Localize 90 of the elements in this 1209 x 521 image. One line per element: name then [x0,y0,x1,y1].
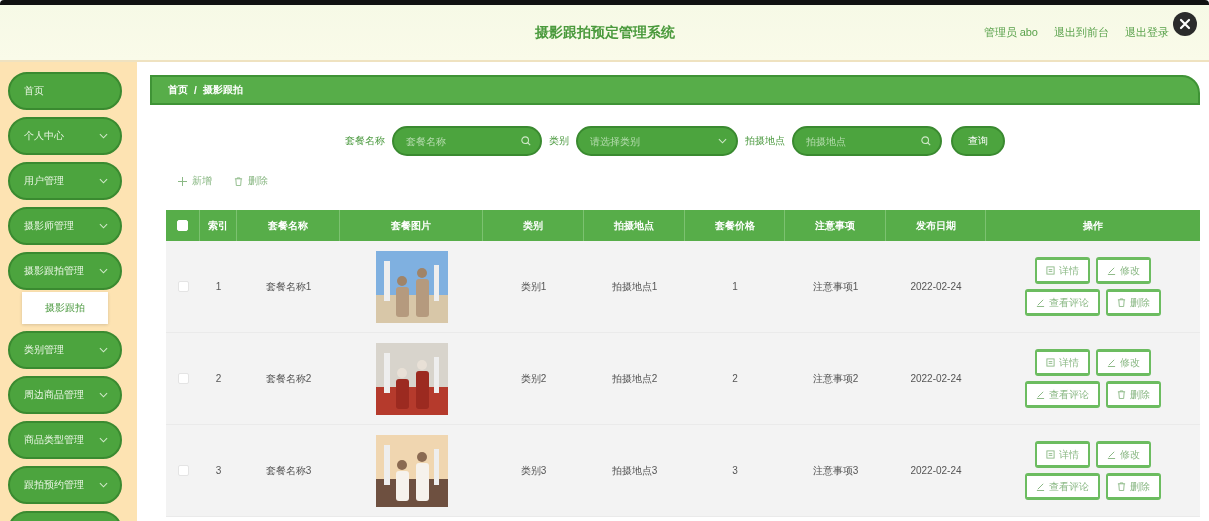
table-cell: 2022-02-24 [910,281,962,292]
header-link[interactable]: 退出登录 [1125,25,1169,40]
table-cell: 2 [215,373,222,384]
trash-icon [1117,298,1126,307]
menu-item[interactable]: 摄影师管理 [8,207,122,245]
pencil-icon [1036,390,1045,399]
column-header: 操作 [1082,218,1104,233]
table-cell: 2 [732,373,738,384]
row-button[interactable]: 查看评论 [1025,473,1100,500]
breadcrumb-item[interactable]: 摄影跟拍 [202,83,243,97]
submenu-item[interactable]: 摄影跟拍 [22,292,108,324]
field-label: 类别 [549,134,569,148]
row-checkbox[interactable] [177,281,189,292]
field-label: 套餐名称 [345,134,385,148]
menu-item[interactable]: 类别管理 [8,331,122,369]
chevron-icon [99,347,108,353]
row-checkbox[interactable] [177,373,189,384]
trash-icon [1117,390,1126,399]
system-title: 摄影跟拍预定管理系统 [534,23,675,42]
table-cell: 注意事项2 [812,371,859,386]
document-icon [1046,450,1055,459]
table-cell: 3 [215,465,222,476]
table-cell: 套餐名称3 [265,463,312,478]
pencil-icon [1107,450,1116,459]
row-button[interactable]: 修改 [1096,441,1151,468]
input-field[interactable]: 拍摄地点 [792,126,942,156]
table-cell: 3 [732,465,738,476]
table-cell: 套餐名称1 [265,279,312,294]
row-button[interactable]: 修改 [1096,257,1151,284]
user-label: 管理员 abo [983,25,1038,40]
chevron-icon [99,178,108,184]
pencil-icon [1107,358,1116,367]
chevron-icon [99,482,108,488]
table-cell: 类别3 [520,463,547,478]
query-button[interactable]: 查询 [951,126,1005,156]
action-button[interactable]: 新增 [178,174,212,188]
chevron-icon [718,138,727,144]
menu-item[interactable]: 用户管理 [8,162,122,200]
table-cell: 拍摄地点3 [611,463,658,478]
row-button[interactable]: 查看评论 [1025,289,1100,316]
row-checkbox[interactable] [177,465,189,476]
trash-icon [234,176,243,186]
row-button[interactable]: 查看评论 [1025,381,1100,408]
select-field[interactable]: 请选择类别 [576,126,738,156]
close-icon[interactable] [1173,12,1197,36]
menu-item[interactable]: 周边商品管理 [8,376,122,414]
search-icon [521,136,531,146]
row-button[interactable]: 删除 [1106,289,1161,316]
chevron-icon [99,437,108,443]
pencil-icon [1036,482,1045,491]
row-button[interactable]: 删除 [1106,381,1161,408]
row-button[interactable]: 详情 [1035,349,1090,376]
table-cell: 2022-02-24 [910,373,962,384]
table-cell: 2022-02-24 [910,465,962,476]
chevron-icon [99,133,108,139]
input-field[interactable]: 套餐名称 [392,126,542,156]
search-icon [921,136,931,146]
plus-icon [178,176,187,186]
row-button[interactable]: 修改 [1096,349,1151,376]
header-checkbox[interactable] [177,220,188,231]
chevron-icon [99,268,108,274]
document-icon [1046,358,1055,367]
table-cell: 拍摄地点2 [611,371,658,386]
chevron-icon [99,223,108,229]
breadcrumb-item[interactable]: 首页 [168,83,188,97]
table-cell: 1 [215,281,222,292]
field-label: 拍摄地点 [745,134,785,148]
table-cell: 1 [732,281,738,292]
header-link[interactable]: 退出到前台 [1054,25,1109,40]
row-button[interactable]: 详情 [1035,257,1090,284]
action-button[interactable]: 删除 [234,174,268,188]
trash-icon [1117,482,1126,491]
table-cell: 类别2 [520,371,547,386]
table-cell: 注意事项3 [812,463,859,478]
table-cell: 注意事项1 [812,279,859,294]
menu-item[interactable]: 摄影跟拍管理 [8,252,122,290]
breadcrumb-separator: / [194,84,197,96]
row-button[interactable]: 详情 [1035,441,1090,468]
menu-item[interactable]: 首页 [8,72,122,110]
pencil-icon [1036,298,1045,307]
chevron-icon [99,392,108,398]
row-button[interactable]: 删除 [1106,473,1161,500]
pencil-icon [1107,266,1116,275]
menu-item[interactable]: 商品类型管理 [8,421,122,459]
document-icon [1046,266,1055,275]
table-cell: 拍摄地点1 [611,279,658,294]
table-cell: 类别1 [520,279,547,294]
table-cell: 套餐名称2 [265,371,312,386]
menu-item[interactable]: 跟拍预约管理 [8,466,122,504]
menu-item[interactable]: 个人中心 [8,117,122,155]
